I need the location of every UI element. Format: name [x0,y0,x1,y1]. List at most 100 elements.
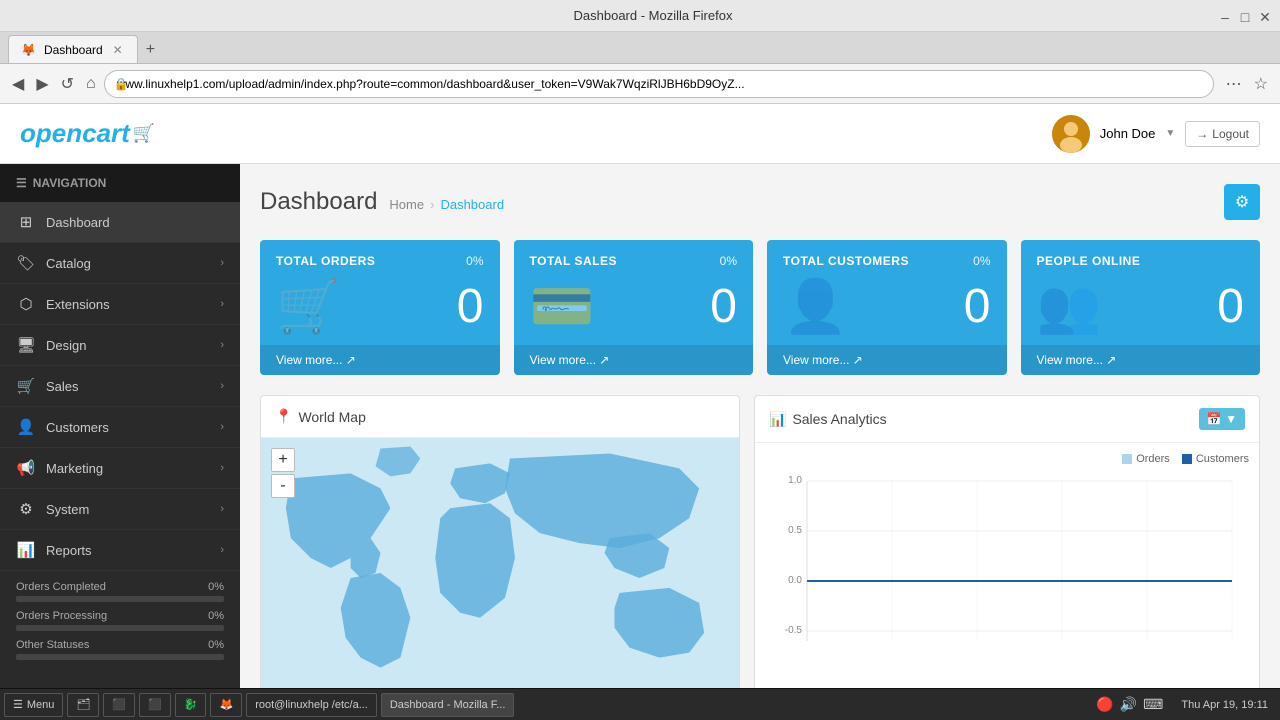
tab-close-btn[interactable]: ✕ [111,43,125,57]
panels-row: 📍 World Map + - [260,395,1260,688]
sidebar-item-catalog[interactable]: 🏷 Catalog › [0,243,240,284]
customers-card-title: TOTAL CUSTOMERS [783,254,909,268]
map-zoom-in-btn[interactable]: + [271,448,295,472]
sidebar-item-system[interactable]: ⚙ System › [0,489,240,530]
legend-customers: Customers [1182,453,1249,465]
sales-card-title: TOTAL SALES [530,254,618,268]
url-bar[interactable] [104,70,1214,98]
browser-titlebar: Dashboard - Mozilla Firefox – □ ✕ [0,0,1280,32]
extensions-chevron-icon: › [220,298,224,310]
sales-view-more-btn[interactable]: View more... ↗ [514,345,754,375]
back-btn[interactable]: ◀ [8,70,28,98]
active-tab[interactable]: 🦊 Dashboard ✕ [8,35,138,63]
orders-processing-pct: 0% [208,610,224,622]
sidebar-item-design[interactable]: 🖥 Design › [0,325,240,366]
more-options-btn[interactable]: ⋯ [1222,70,1246,98]
taskbar-window-terminal[interactable]: root@linuxhelp /etc/a... [246,693,377,717]
customers-view-more-btn[interactable]: View more... ↗ [767,345,1007,375]
svg-text:1.0: 1.0 [788,475,802,486]
taskbar-terminal-btn[interactable]: ⬛ [103,693,135,717]
minimize-btn[interactable]: – [1218,9,1232,23]
map-zoom-out-btn[interactable]: - [271,474,295,498]
taskbar-terminal2-btn[interactable]: ⬛ [139,693,171,717]
sidebar-item-reports[interactable]: 📊 Reports › [0,530,240,571]
taskbar-files-btn[interactable]: 🗂 [67,693,99,717]
design-icon: 🖥 [16,336,36,354]
logout-icon: → [1196,127,1208,141]
tray-keyboard-icon[interactable]: ⌨ [1143,696,1163,713]
customers-card-pct: 0% [973,254,990,268]
app-topbar: opencart 🛒 John Doe ▼ → Logout [0,104,1280,164]
taskbar-firefox-btn[interactable]: 🦊 [210,693,242,717]
page-header: Dashboard Home › Dashboard ⚙ [260,184,1260,220]
taskbar-menu-btn[interactable]: ☰ Menu [4,693,63,717]
design-chevron-icon: › [220,339,224,351]
sidebar-item-catalog-label: Catalog [46,256,91,271]
legend-orders: Orders [1122,453,1170,465]
chart-panel-icon: 📊 [769,411,786,428]
tray-network-icon[interactable]: 🔊 [1120,696,1137,713]
system-icon: ⚙ [16,500,36,518]
map-panel-title: World Map [298,409,365,425]
logout-btn[interactable]: → Logout [1185,121,1260,147]
other-statuses-label: Other Statuses [16,639,89,651]
orders-processing-bar-bg [16,625,224,631]
online-card-icon: 👥 [1037,276,1102,337]
forward-btn[interactable]: ▶ [32,70,52,98]
chart-date-btn[interactable]: 📅 ▼ [1199,408,1245,430]
sidebar-item-system-label: System [46,502,89,517]
maximize-btn[interactable]: □ [1238,9,1252,23]
page-title-area: Dashboard Home › Dashboard [260,188,504,216]
logo-text: opencart [20,118,130,149]
legend-orders-label: Orders [1136,453,1170,465]
orders-card-pct: 0% [466,254,483,268]
app-container: opencart 🛒 John Doe ▼ → Logout ☰ [0,104,1280,688]
reload-btn[interactable]: ↺ [57,70,78,98]
breadcrumb: Home › Dashboard [389,197,504,212]
page-settings-btn[interactable]: ⚙ [1224,184,1260,220]
user-dropdown-arrow[interactable]: ▼ [1165,128,1175,139]
reports-chevron-icon: › [220,544,224,556]
sales-icon: 🛒 [16,377,36,395]
taskbar-dragon-btn[interactable]: 🐉 [175,693,207,717]
sidebar-item-customers-label: Customers [46,420,109,435]
map-controls: + - [271,448,295,498]
browser-title: Dashboard - Mozilla Firefox [88,8,1218,23]
bookmarks-btn[interactable]: ☆ [1250,70,1272,98]
sidebar-item-sales[interactable]: 🛒 Sales › [0,366,240,407]
online-view-more-btn[interactable]: View more... ↗ [1021,345,1261,375]
taskbar-window-firefox[interactable]: Dashboard - Mozilla F... [381,693,515,717]
tray-record-icon[interactable]: 🔴 [1096,696,1113,713]
customers-chevron-icon: › [220,421,224,433]
sidebar-item-marketing-label: Marketing [46,461,103,476]
breadcrumb-home-link[interactable]: Home [389,197,424,212]
sales-card-icon: 💳 [530,276,595,337]
marketing-icon: 📢 [16,459,36,477]
svg-text:-0.5: -0.5 [785,625,803,636]
browser-tabbar: 🦊 Dashboard ✕ + [0,32,1280,64]
sidebar-item-sales-label: Sales [46,379,79,394]
stat-card-online: PEOPLE ONLINE 👥 0 View more... ↗ [1021,240,1261,375]
home-btn[interactable]: ⌂ [82,71,100,97]
taskbar-tray: 🔴 🔊 ⌨ [1090,696,1169,713]
sidebar-item-marketing[interactable]: 📢 Marketing › [0,448,240,489]
new-tab-btn[interactable]: + [138,37,163,63]
sidebar-item-customers[interactable]: 👤 Customers › [0,407,240,448]
sidebar-item-dashboard-label: Dashboard [46,215,110,230]
sidebar-item-dashboard[interactable]: ⊞ Dashboard [0,202,240,243]
customers-view-more-label: View more... [783,353,849,367]
main-layout: ☰ NAVIGATION ⊞ Dashboard 🏷 Catalog › ⬡ [0,164,1280,688]
stat-other-statuses: Other Statuses 0% [16,639,224,660]
sales-card-pct: 0% [720,254,737,268]
close-btn[interactable]: ✕ [1258,9,1272,23]
sales-card-value: 0 [710,279,737,334]
orders-completed-label: Orders Completed [16,581,106,593]
customers-card-icon: 👤 [783,276,848,337]
sidebar: ☰ NAVIGATION ⊞ Dashboard 🏷 Catalog › ⬡ [0,164,240,688]
sidebar-item-extensions[interactable]: ⬡ Extensions › [0,284,240,325]
other-statuses-bar-bg [16,654,224,660]
stat-card-sales: TOTAL SALES 0% 💳 0 View more... ↗ [514,240,754,375]
orders-view-more-btn[interactable]: View more... ↗ [260,345,500,375]
taskbar-menu-icon: ☰ [13,698,23,711]
svg-text:0.5: 0.5 [788,525,802,536]
